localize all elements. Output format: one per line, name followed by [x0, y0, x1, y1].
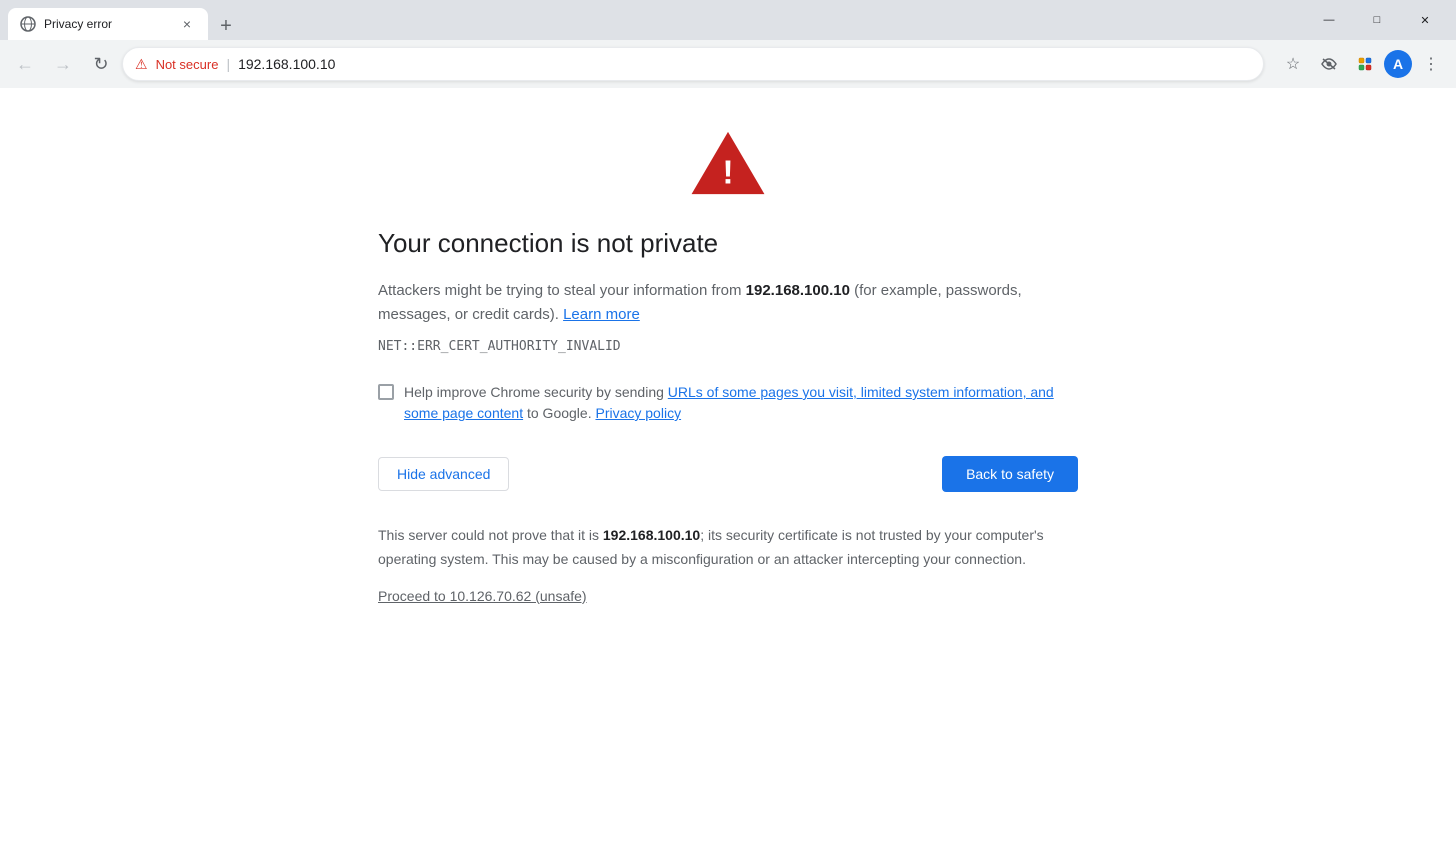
extension-icon-1[interactable]	[1312, 47, 1346, 81]
button-row: Hide advanced Back to safety	[378, 456, 1078, 492]
error-triangle-icon: !	[688, 128, 768, 198]
not-secure-label: Not secure	[156, 57, 219, 72]
extension-icon-2[interactable]	[1348, 47, 1382, 81]
page-content: ! Your connection is not private Attacke…	[0, 88, 1456, 855]
menu-button[interactable]: ⋮	[1414, 47, 1448, 81]
reload-icon: ↻	[93, 54, 108, 75]
close-button[interactable]: ✕	[1402, 4, 1448, 36]
checkbox-row: Help improve Chrome security by sending …	[378, 382, 1078, 424]
bookmark-button[interactable]: ☆	[1276, 47, 1310, 81]
profile-button[interactable]: A	[1384, 50, 1412, 78]
proceed-link[interactable]: Proceed to 10.126.70.62 (unsafe)	[378, 588, 587, 604]
active-tab[interactable]: Privacy error ×	[8, 8, 208, 40]
checkbox-prefix: Help improve Chrome security by sending	[404, 384, 668, 400]
advanced-host: 192.168.100.10	[603, 527, 700, 543]
window-controls: — □ ✕	[1306, 4, 1448, 36]
description-host: 192.168.100.10	[746, 282, 850, 299]
tab-close-button[interactable]: ×	[178, 15, 196, 33]
extension-eye-icon	[1320, 55, 1338, 73]
menu-icon: ⋮	[1423, 54, 1439, 74]
address-url: 192.168.100.10	[238, 56, 335, 72]
error-title: Your connection is not private	[378, 228, 718, 259]
browser-window: Privacy error × + — □ ✕ ← → ↻ ⚠ Not secu…	[0, 0, 1456, 855]
error-container: ! Your connection is not private Attacke…	[378, 128, 1078, 604]
advanced-info: This server could not prove that it is 1…	[378, 524, 1078, 572]
new-tab-button[interactable]: +	[212, 12, 240, 40]
improve-security-checkbox[interactable]	[378, 384, 394, 400]
navigation-bar: ← → ↻ ⚠ Not secure | 192.168.100.10 ☆	[0, 40, 1456, 88]
tab-title: Privacy error	[44, 17, 170, 31]
forward-button[interactable]: →	[46, 47, 80, 81]
tab-favicon	[20, 16, 36, 32]
checkbox-suffix: to Google.	[523, 405, 592, 421]
minimize-button[interactable]: —	[1306, 4, 1352, 36]
extension-puzzle-icon	[1356, 55, 1374, 73]
svg-text:!: !	[722, 153, 733, 191]
warning-icon-wrapper: !	[378, 128, 1078, 198]
tab-strip: Privacy error × +	[8, 0, 1298, 40]
error-code: NET::ERR_CERT_AUTHORITY_INVALID	[378, 339, 621, 354]
warning-icon: ⚠	[135, 56, 148, 73]
address-bar[interactable]: ⚠ Not secure | 192.168.100.10	[122, 47, 1264, 81]
privacy-policy-link[interactable]: Privacy policy	[595, 405, 681, 421]
back-button[interactable]: ←	[8, 47, 42, 81]
address-separator: |	[226, 56, 230, 72]
forward-icon: →	[54, 54, 72, 75]
checkbox-label: Help improve Chrome security by sending …	[404, 382, 1078, 424]
hide-advanced-button[interactable]: Hide advanced	[378, 457, 509, 491]
title-bar: Privacy error × + — □ ✕	[0, 0, 1456, 40]
back-icon: ←	[16, 54, 34, 75]
advanced-prefix: This server could not prove that it is	[378, 527, 603, 543]
description-prefix: Attackers might be trying to steal your …	[378, 282, 746, 299]
toolbar-icons: ☆ A ⋮	[1276, 47, 1448, 81]
learn-more-link[interactable]: Learn more	[563, 306, 640, 323]
error-description: Attackers might be trying to steal your …	[378, 279, 1078, 327]
reload-button[interactable]: ↻	[84, 47, 118, 81]
back-to-safety-button[interactable]: Back to safety	[942, 456, 1078, 492]
star-icon: ☆	[1286, 54, 1300, 74]
maximize-button[interactable]: □	[1354, 4, 1400, 36]
